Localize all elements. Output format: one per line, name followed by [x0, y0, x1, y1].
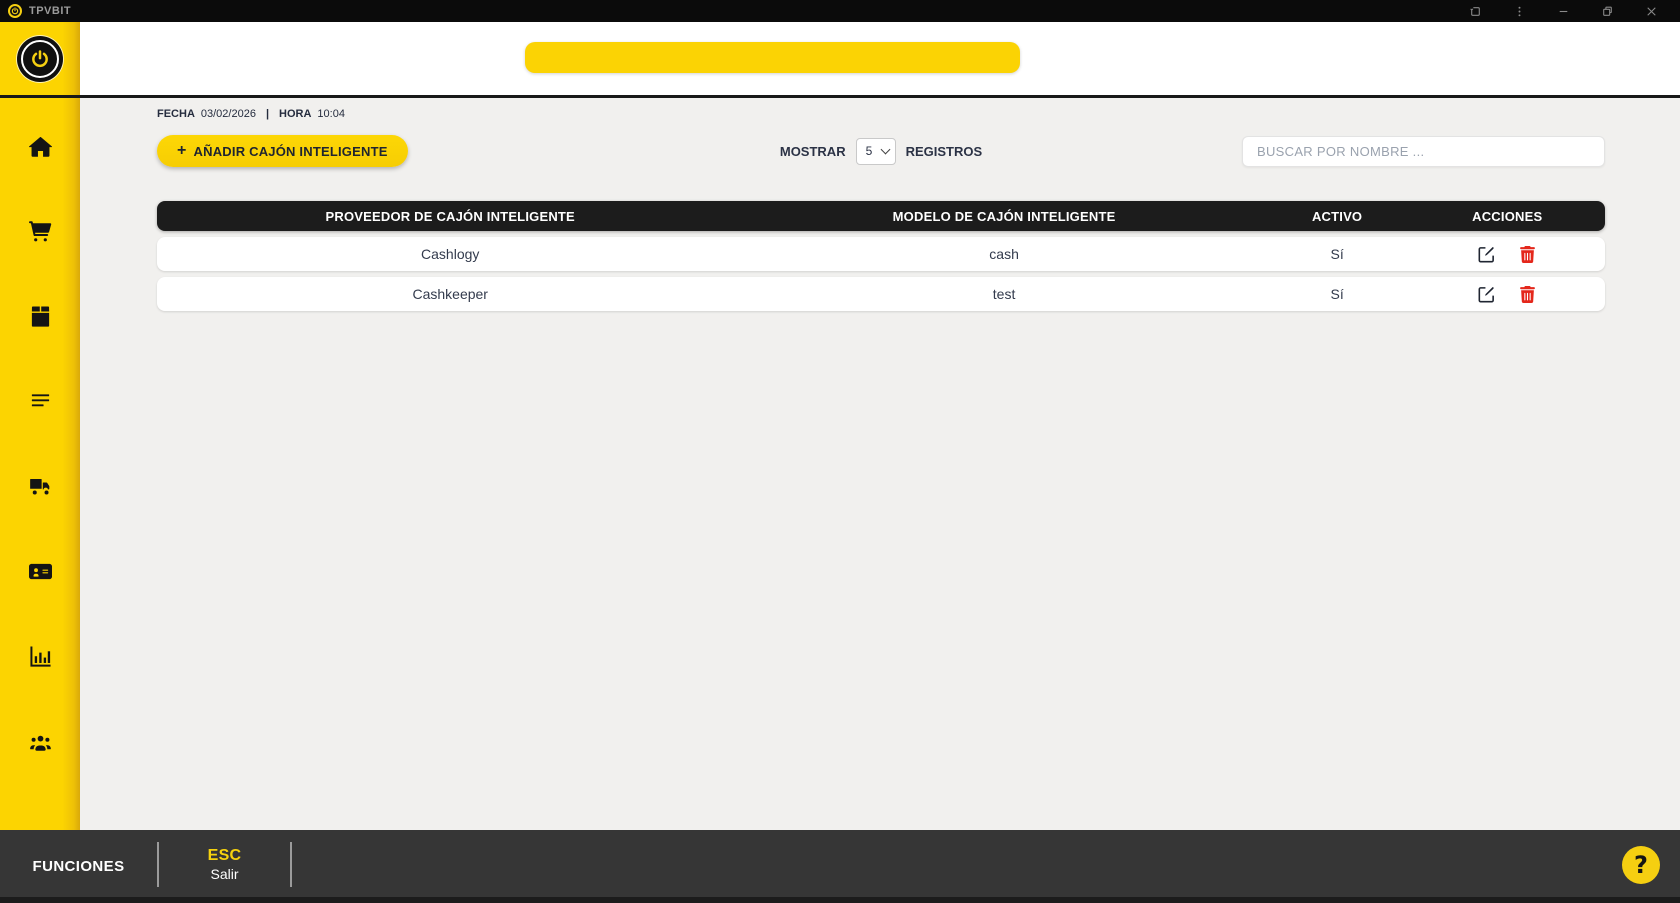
funciones-button[interactable]: FUNCIONES — [0, 830, 157, 903]
sidebar-item-customers[interactable] — [28, 559, 52, 583]
truck-icon — [29, 475, 52, 498]
cell-modelo: cash — [743, 246, 1264, 262]
col-header-proveedor: PROVEEDOR DE CAJÓN INTELIGENTE — [157, 209, 743, 224]
date-time-separator: | — [266, 108, 269, 120]
bottom-edge-strip — [0, 897, 1680, 903]
kebab-menu-icon[interactable] — [1504, 0, 1534, 22]
cell-acciones — [1410, 246, 1605, 263]
add-smart-drawer-button[interactable]: + AÑADIR CAJÓN INTELIGENTE — [157, 135, 408, 167]
esc-action-label: Salir — [210, 866, 238, 882]
address-card-icon — [29, 560, 52, 583]
sidebar-item-home[interactable] — [28, 134, 52, 158]
sidebar-item-orders[interactable] — [28, 389, 52, 413]
delete-icon[interactable] — [1519, 246, 1536, 263]
cell-modelo: test — [743, 286, 1264, 302]
search-input[interactable] — [1242, 136, 1605, 167]
close-icon[interactable] — [1636, 0, 1666, 22]
home-icon — [29, 135, 52, 158]
reload-icon[interactable] — [1460, 0, 1490, 22]
time-value: 10:04 — [317, 108, 345, 120]
app-logo-power-icon — [8, 4, 22, 18]
time-label: HORA — [279, 108, 311, 120]
cell-activo: Sí — [1265, 246, 1410, 262]
smart-drawers-table: PROVEEDOR DE CAJÓN INTELIGENTE MODELO DE… — [157, 201, 1605, 311]
plus-icon: + — [177, 143, 187, 159]
shopping-cart-icon — [29, 220, 52, 243]
box-icon — [29, 305, 52, 328]
bar-chart-icon — [29, 645, 52, 668]
edit-icon[interactable] — [1478, 246, 1495, 263]
date-time-row: FECHA 03/02/2026 | HORA 10:04 — [157, 108, 1605, 120]
minimize-icon[interactable] — [1548, 0, 1578, 22]
cell-proveedor: Cashlogy — [157, 246, 743, 262]
sidebar-item-users[interactable] — [28, 729, 52, 753]
titlebar: TPVBIT — [0, 0, 1680, 22]
esc-key-label: ESC — [208, 847, 242, 865]
restore-window-icon[interactable] — [1592, 0, 1622, 22]
col-header-activo: ACTIVO — [1265, 209, 1410, 224]
sidebar-item-sales[interactable] — [28, 219, 52, 243]
header-yellow-bar — [525, 42, 1020, 73]
app-title: TPVBIT — [29, 5, 71, 17]
sidebar — [0, 22, 80, 830]
users-icon — [29, 730, 52, 753]
table-row: Cashkeeper test Sí — [157, 277, 1605, 311]
cell-activo: Sí — [1265, 286, 1410, 302]
toolbar: + AÑADIR CAJÓN INTELIGENTE MOSTRAR 5 REG… — [157, 135, 1605, 167]
delete-icon[interactable] — [1519, 286, 1536, 303]
help-button[interactable]: ? — [1622, 846, 1660, 884]
cell-acciones — [1410, 286, 1605, 303]
records-per-page-select[interactable]: 5 — [856, 138, 896, 165]
records-label: REGISTROS — [906, 144, 983, 159]
date-value: 03/02/2026 — [201, 108, 256, 120]
list-icon — [29, 390, 52, 413]
chevron-down-icon — [880, 145, 890, 155]
sidebar-item-reports[interactable] — [28, 644, 52, 668]
cell-proveedor: Cashkeeper — [157, 286, 743, 302]
main-content: FECHA 03/02/2026 | HORA 10:04 + AÑADIR C… — [80, 98, 1680, 830]
header-divider — [0, 95, 1680, 98]
col-header-acciones: ACCIONES — [1410, 209, 1605, 224]
sidebar-item-products[interactable] — [28, 304, 52, 328]
esc-exit-button[interactable]: ESC Salir — [159, 830, 290, 903]
show-label: MOSTRAR — [780, 144, 846, 159]
power-icon — [21, 40, 59, 78]
add-button-label: AÑADIR CAJÓN INTELIGENTE — [194, 144, 388, 159]
col-header-modelo: MODELO DE CAJÓN INTELIGENTE — [743, 209, 1264, 224]
power-button[interactable] — [17, 36, 63, 82]
table-row: Cashlogy cash Sí — [157, 237, 1605, 271]
date-label: FECHA — [157, 108, 195, 120]
records-per-page-value: 5 — [866, 144, 873, 158]
sidebar-item-suppliers[interactable] — [28, 474, 52, 498]
table-header-row: PROVEEDOR DE CAJÓN INTELIGENTE MODELO DE… — [157, 201, 1605, 231]
edit-icon[interactable] — [1478, 286, 1495, 303]
bottom-bar: FUNCIONES ESC Salir ? — [0, 830, 1680, 903]
